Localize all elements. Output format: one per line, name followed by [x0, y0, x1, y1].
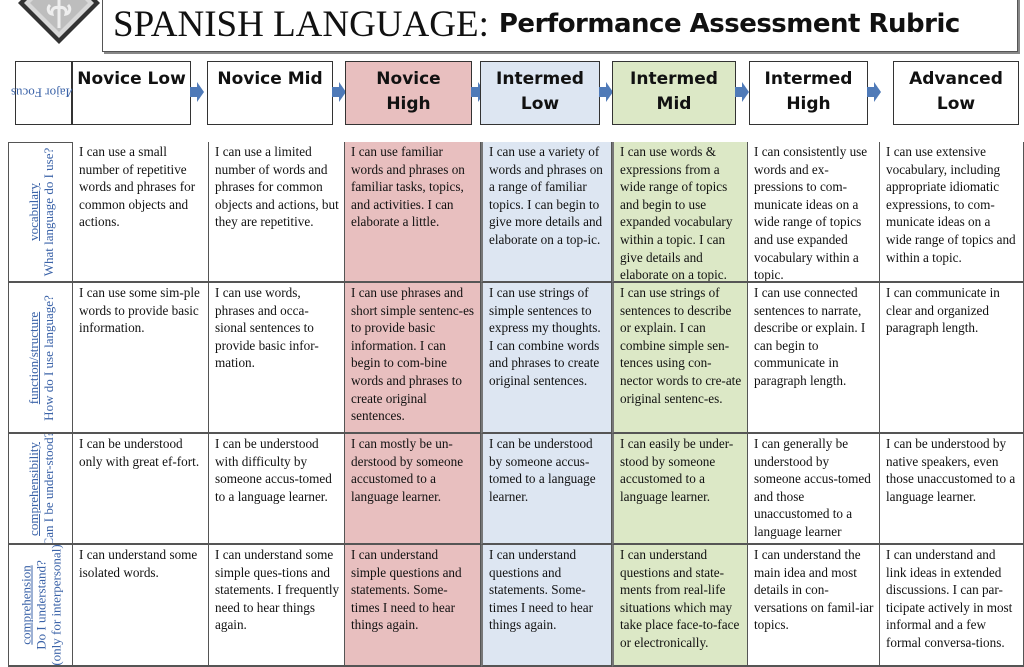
rubric-cell: I can easily be under-stood by someone a…	[612, 434, 748, 545]
level-label-line: Novice Low	[77, 69, 186, 89]
level-header-advanced-low: Advanced Low	[893, 61, 1019, 125]
rubric-cell: I can use words, phrases and occa-sional…	[209, 283, 345, 434]
rubric-cell: I can generally be understood by someone…	[748, 434, 880, 545]
rubric-cell: I can use extensive vocabulary, includin…	[880, 142, 1024, 283]
title-banner: SPANISH LANGUAGE: Performance Assessment…	[102, 0, 1018, 52]
progression-arrow-icon	[332, 82, 346, 102]
level-label-line: Low	[520, 94, 560, 114]
rubric-cell: I can mostly be un-derstood by someone a…	[345, 434, 481, 545]
level-label-line: Low	[936, 94, 976, 114]
fleur-de-lis-shield-icon	[14, 0, 104, 48]
rubric-cell: I can be understood only with great ef-f…	[73, 434, 209, 545]
row-header-comprehension: comprehension Do I understand? (only for i…	[8, 545, 73, 667]
row-header-vocabulary: vocabulary What language do I use?	[8, 142, 73, 283]
progression-arrow-icon	[867, 82, 881, 102]
rubric-cell: I can communicate in clear and organized…	[880, 283, 1024, 434]
focus-question: Can I be under-stood?	[40, 434, 56, 545]
level-label-line: Intermed	[496, 69, 584, 89]
rubric-cell: I can use phrases and short simple sente…	[345, 283, 481, 434]
rubric-cell: I can understand and link ideas in exten…	[880, 545, 1024, 667]
rubric-cell: I can use strings of simple sentences to…	[481, 283, 612, 434]
major-focus-header: Major Focus	[10, 61, 77, 125]
rubric-cell: I can use a variety of words and phrases…	[481, 142, 612, 283]
rubric-cell: I can understand simple questions and st…	[345, 545, 481, 667]
rubric-cell: I can use strings of sentences to descri…	[612, 283, 748, 434]
rubric-cell: I can understand some isolated words.	[73, 545, 209, 667]
rubric-cell: I can use connected sentences to narrate…	[748, 283, 880, 434]
level-label-line: Advanced	[909, 69, 1003, 89]
progression-arrow-icon	[735, 82, 749, 102]
rubric-cell: I can consistently use words and ex-pres…	[748, 142, 880, 283]
level-label-line: Intermed	[764, 69, 853, 89]
focus-question: Do I understand?	[33, 560, 48, 650]
level-label-line: Novice Mid	[217, 69, 323, 89]
rubric-cell: I can understand the main idea and most …	[748, 545, 880, 667]
level-header-novice-mid: Novice Mid	[207, 61, 333, 125]
rubric-cell: I can use words & expressions from a wid…	[612, 142, 748, 283]
rubric-cell: I can understand questions and state-men…	[612, 545, 748, 667]
level-header-intermed-low: Intermed Low	[480, 61, 600, 125]
row-header-function-structure: function/structure How do I use language?	[8, 283, 73, 434]
level-label-line: Mid	[656, 94, 692, 114]
focus-label: function/structure	[25, 311, 41, 404]
rubric-cell: I can use familiar words and phrases on …	[345, 142, 481, 283]
page-subtitle: Performance Assessment Rubric	[498, 9, 960, 39]
level-header-novice-high: Novice High	[345, 61, 472, 125]
progression-arrow-icon	[599, 82, 613, 102]
rubric-cell: I can understand some simple ques-tions …	[209, 545, 345, 667]
rubric-cell: I can be understood with difficulty by s…	[209, 434, 345, 545]
rubric-cell: I can be understood by someone accus-tom…	[481, 434, 612, 545]
rubric-cell: I can use some sim-ple words to provide …	[73, 283, 209, 434]
rubric-cell: I can understand questions and statement…	[481, 545, 612, 667]
focus-note: (only for interpersonal)	[48, 545, 63, 666]
rubric-table: vocabulary What language do I use? I can u…	[8, 142, 1024, 667]
focus-label: vocabulary	[25, 182, 41, 241]
level-header-novice-low: Novice Low	[72, 61, 191, 125]
level-label-line: Intermed	[630, 69, 718, 89]
level-label-line: High	[386, 94, 431, 114]
row-header-comprehensibility: comprehensibility Can I be under-stood?	[8, 434, 73, 545]
progression-arrow-icon	[190, 82, 204, 102]
focus-question: What language do I use?	[40, 147, 56, 276]
focus-label: comprehension	[18, 565, 33, 645]
level-header-intermed-high: Intermed High	[749, 61, 868, 125]
level-label-line: High	[786, 94, 831, 114]
level-label-line: Novice	[376, 69, 441, 89]
focus-question: How do I use language?	[40, 294, 56, 421]
page-title: SPANISH LANGUAGE:	[113, 3, 489, 45]
level-header-intermed-mid: Intermed Mid	[612, 61, 736, 125]
focus-label: comprehensibility	[25, 441, 41, 536]
rubric-cell: I can use a small number of repetitive w…	[73, 142, 209, 283]
rubric-cell: I can use a limited number of words and …	[209, 142, 345, 283]
rubric-cell: I can be understood by native speakers, …	[880, 434, 1024, 545]
